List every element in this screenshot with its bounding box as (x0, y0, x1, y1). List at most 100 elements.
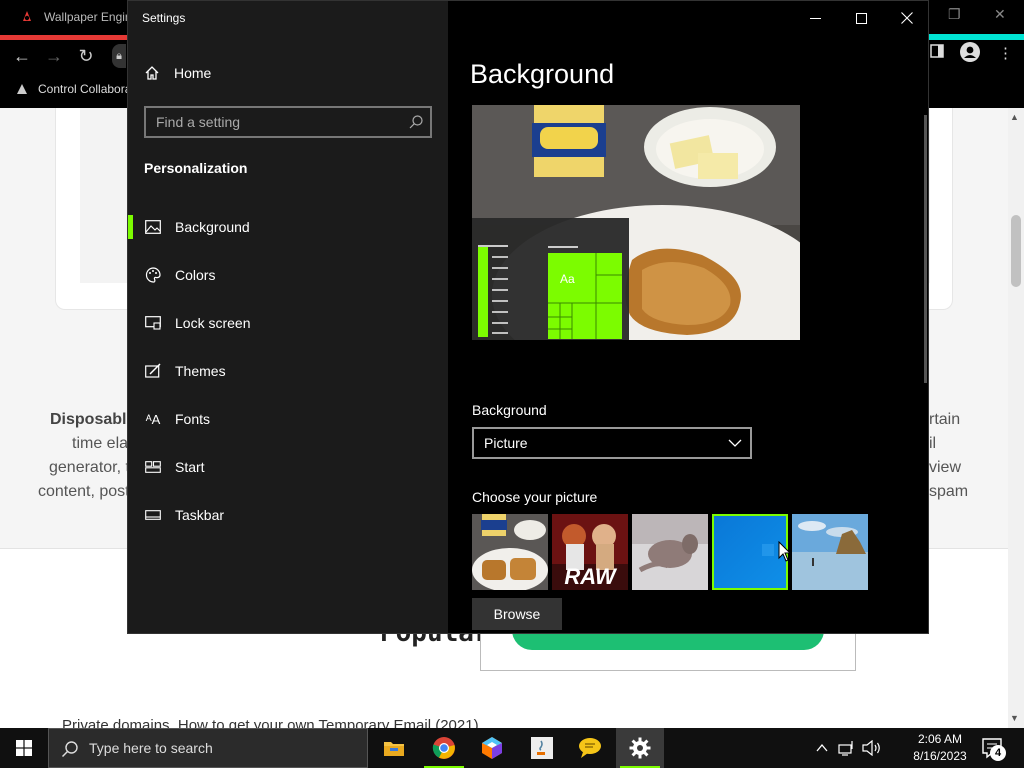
nav-item-background[interactable]: Background (128, 207, 448, 247)
profile-icon[interactable] (960, 42, 980, 66)
tab-accent-line (0, 35, 140, 40)
themes-brush-icon (144, 362, 162, 380)
svg-text:RAW: RAW (564, 564, 618, 589)
home-nav-item[interactable]: Home (144, 65, 211, 81)
nav-item-themes[interactable]: Themes (128, 351, 448, 391)
home-label: Home (174, 65, 212, 81)
page-title: Background (470, 59, 615, 89)
taskbar-app-chrome[interactable] (420, 728, 468, 768)
sidebar-toggle-icon[interactable] (930, 44, 944, 62)
taskbar-app-3d[interactable] (468, 728, 516, 768)
file-explorer-icon (384, 742, 404, 756)
nav-label: Taskbar (175, 507, 225, 523)
nav-label: Lock screen (175, 315, 251, 331)
settings-window: Settings Home Personalization Background (127, 0, 929, 634)
settings-window-title: Settings (142, 11, 186, 25)
taskbar-app-settings[interactable] (616, 728, 664, 768)
maximize-icon (855, 12, 867, 24)
nav-label: Themes (175, 363, 226, 379)
taskbar-app-chat[interactable] (566, 728, 614, 768)
picture-thumb-raw-wrestling[interactable]: RAW (552, 514, 628, 590)
bookmark-favicon-icon (17, 84, 27, 94)
nav-label: Start (175, 459, 205, 475)
nav-item-lock-screen[interactable]: Lock screen (128, 303, 448, 343)
mouse-cursor-icon (778, 541, 792, 562)
nav-item-colors[interactable]: Colors (128, 255, 448, 295)
3d-app-icon (482, 737, 502, 759)
maximize-button[interactable] (838, 1, 884, 35)
clock-date: 8/16/2023 (913, 749, 967, 763)
active-indicator (128, 215, 133, 239)
clock-time: 2:06 AM (917, 732, 963, 746)
settings-nav-pane: Settings Home Personalization Background (128, 1, 448, 633)
scroll-up-icon[interactable]: ▲ (1010, 112, 1019, 122)
back-arrow-icon[interactable]: ← (10, 44, 34, 68)
page-scrollbar[interactable] (1008, 108, 1024, 728)
nav-item-start[interactable]: Start (128, 447, 448, 487)
chat-bubble-icon (579, 738, 601, 758)
taskbar-search-placeholder: Type here to search (89, 740, 213, 756)
bookmark-label: Control Collabora (38, 82, 132, 96)
page-text-line: il (929, 435, 937, 452)
picture-thumb-mayonnaise-sandwich[interactable] (472, 514, 548, 590)
picture-thumb-beach-rocks[interactable] (792, 514, 868, 590)
tab-accent-line-right (928, 34, 1024, 40)
restore-icon[interactable]: ❐ (948, 6, 961, 23)
taskbar-search-box[interactable]: Type here to search (48, 728, 368, 768)
browse-button[interactable]: Browse (472, 598, 562, 630)
page-text-line: Disposabl (50, 411, 127, 428)
network-tray[interactable] (838, 728, 856, 768)
more-menu-icon[interactable]: ⋮ (998, 44, 1013, 62)
find-setting-search[interactable] (144, 106, 432, 138)
search-icon (61, 741, 78, 758)
picture-thumb-cat-photo[interactable] (632, 514, 708, 590)
content-scrollbar[interactable] (924, 115, 927, 383)
section-title: Personalization (144, 160, 248, 176)
nav-item-taskbar[interactable]: Taskbar (128, 495, 448, 535)
windows-logo-icon (16, 740, 32, 756)
start-button[interactable] (0, 728, 48, 768)
scroll-down-icon[interactable]: ▼ (1010, 713, 1019, 723)
preview-tile-text: Aa (560, 272, 575, 286)
volume-tray[interactable] (862, 728, 882, 768)
lock-icon: 🔒︎ (112, 44, 126, 68)
find-setting-input[interactable] (146, 108, 430, 136)
minimize-icon (809, 17, 821, 19)
home-icon (145, 66, 159, 80)
bookmark-item[interactable]: Control Collabora (14, 81, 131, 97)
taskbar-app-file-explorer[interactable] (370, 728, 418, 768)
page-text-line: spam (929, 483, 969, 500)
lock-screen-icon (144, 314, 162, 332)
page-text-line: rtain (929, 411, 961, 428)
close-button[interactable] (884, 1, 928, 35)
nav-label: Background (175, 219, 250, 235)
chevron-down-icon (728, 439, 742, 447)
choose-picture-label: Choose your picture (472, 489, 598, 505)
picture-thumbnails: RAW (472, 514, 868, 590)
system-clock[interactable]: 2:06 AM 8/16/2023 (906, 731, 974, 765)
page-text-line: time ela (72, 435, 129, 452)
forward-arrow-icon[interactable]: → (42, 44, 66, 68)
page-scrollbar-thumb[interactable] (1011, 215, 1021, 287)
page-text-line: generator, t (49, 459, 130, 476)
show-hidden-icons-button[interactable] (816, 728, 828, 768)
background-preview: Aa (472, 105, 800, 340)
fonts-icon: ᴬA (145, 411, 161, 427)
gear-icon (629, 737, 651, 759)
taskbar: Type here to search 2:06 AM 8/16/2023 4 (0, 728, 1024, 768)
background-type-dropdown[interactable]: Picture (472, 427, 752, 459)
close-icon[interactable]: ✕ (994, 6, 1006, 23)
notification-count-badge: 4 (990, 745, 1006, 761)
picture-icon (144, 218, 162, 236)
speaker-icon (862, 740, 880, 756)
java-icon (531, 737, 553, 759)
minimize-button[interactable] (792, 1, 838, 35)
picture-thumb-blue-solid[interactable] (712, 514, 788, 590)
nav-item-fonts[interactable]: ᴬA Fonts (128, 399, 448, 439)
browser-tab-title[interactable]: Wallpaper Engine (44, 10, 138, 24)
taskbar-app-java[interactable] (518, 728, 566, 768)
reload-icon[interactable]: ↻ (74, 44, 98, 68)
dropdown-value: Picture (484, 435, 528, 451)
chrome-icon (432, 737, 455, 759)
search-icon[interactable] (408, 114, 424, 130)
